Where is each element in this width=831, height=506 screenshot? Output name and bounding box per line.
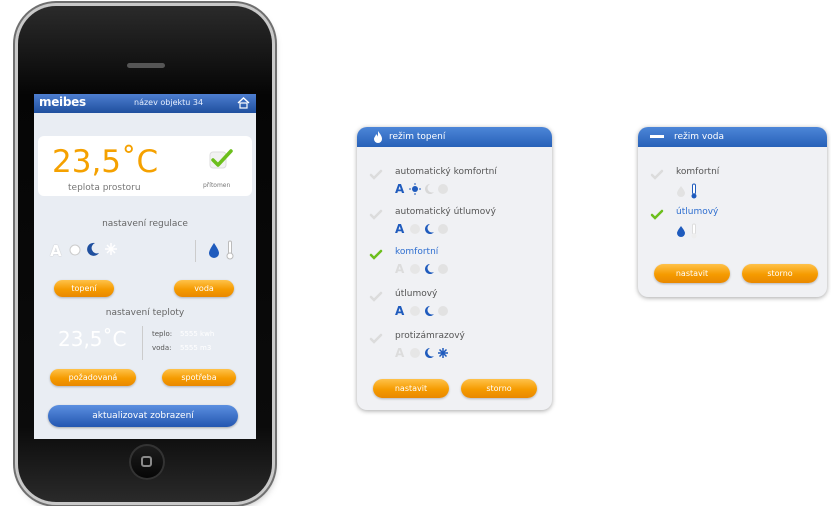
- moon-icon[interactable]: [86, 242, 100, 257]
- water-drop-icon[interactable]: [208, 242, 220, 258]
- auto-mode-icon: A: [395, 304, 405, 318]
- temperature-settings-label: nastavení teploty: [105, 308, 185, 318]
- mode-icons: [676, 223, 716, 239]
- water-mode-panel: režim voda komfortní útlumový nastavit s…: [638, 127, 827, 297]
- water-button[interactable]: voda: [174, 280, 234, 297]
- heat-label: teplo:: [152, 330, 173, 338]
- water-cancel-button[interactable]: storno: [742, 264, 818, 283]
- frost-icon[interactable]: [104, 242, 118, 256]
- heating-option-frost-protection[interactable]: protizámrazový: [395, 331, 465, 341]
- heat-value: 5555 kwh: [180, 330, 215, 338]
- mode-icons: [676, 183, 716, 199]
- divider: [195, 240, 196, 262]
- check-icon[interactable]: [650, 169, 664, 181]
- room-temperature-panel: 23,5˚C teplota prostoru přítomen: [38, 136, 252, 196]
- sun-icon: [410, 264, 420, 274]
- sun-icon: [410, 224, 420, 234]
- water-drop-icon: [677, 226, 685, 237]
- heating-mode-panel: režim topení automatický komfortní A aut…: [357, 127, 552, 410]
- heating-option-auto-comfort[interactable]: automatický komfortní: [395, 167, 497, 177]
- thermometer-icon[interactable]: [226, 240, 234, 260]
- water-drop-icon: [677, 186, 685, 197]
- check-icon[interactable]: [369, 169, 383, 181]
- heating-option-comfort[interactable]: komfortní: [395, 247, 438, 257]
- frost-icon: [438, 348, 448, 358]
- heating-panel-title: režim topení: [389, 132, 446, 142]
- heating-set-button[interactable]: nastavit: [373, 379, 449, 398]
- water-set-button[interactable]: nastavit: [654, 264, 730, 283]
- mode-icons: A: [395, 347, 475, 359]
- frost-icon: [438, 306, 448, 316]
- sun-icon: [410, 348, 420, 358]
- phone-screen: meibes název objektu 34 23,5˚C teplota p…: [34, 94, 256, 439]
- moon-icon: [425, 264, 434, 274]
- water-value: 5555 m3: [180, 344, 212, 352]
- frost-icon: [438, 184, 448, 194]
- divider: [142, 326, 143, 360]
- heating-option-auto-setback[interactable]: automatický útlumový: [395, 207, 496, 217]
- refresh-button[interactable]: aktualizovat zobrazení: [48, 405, 238, 427]
- check-icon[interactable]: [369, 249, 383, 261]
- mode-icons: A: [395, 183, 475, 195]
- check-icon[interactable]: [369, 209, 383, 221]
- water-panel-title: režim voda: [674, 132, 724, 142]
- water-label: voda:: [152, 344, 172, 352]
- presence-label: přítomen: [203, 182, 231, 189]
- auto-mode-icon: A: [395, 346, 405, 360]
- regulation-settings-label: nastavení regulace: [102, 219, 188, 229]
- required-temperature-button[interactable]: požadovaná: [50, 369, 136, 386]
- auto-mode-icon: A: [395, 262, 405, 276]
- consumption-button[interactable]: spotřeba: [162, 369, 236, 386]
- heating-panel-header: režim topení: [357, 127, 552, 147]
- phone-frame: meibes název objektu 34 23,5˚C teplota p…: [18, 6, 272, 502]
- room-temperature-label: teplota prostoru: [68, 183, 141, 193]
- object-name[interactable]: název objektu 34: [134, 98, 203, 107]
- water-panel-header: režim voda: [638, 127, 827, 147]
- mode-icons: A: [395, 223, 475, 235]
- presence-check-icon[interactable]: [208, 148, 234, 170]
- moon-icon: [425, 306, 434, 316]
- flame-icon: [374, 131, 382, 143]
- frost-icon: [438, 224, 448, 234]
- frost-icon: [438, 264, 448, 274]
- heating-option-setback[interactable]: útlumový: [395, 289, 437, 299]
- app-header: meibes název objektu 34: [34, 94, 256, 113]
- auto-mode-icon[interactable]: A: [50, 242, 62, 260]
- mode-icons: A: [395, 263, 475, 275]
- moon-icon: [425, 224, 434, 234]
- check-icon[interactable]: [650, 209, 664, 221]
- home-icon[interactable]: [237, 97, 250, 109]
- app-logo: meibes: [39, 95, 86, 109]
- thermometer-icon: [691, 223, 697, 239]
- sun-icon[interactable]: [68, 243, 82, 257]
- moon-icon: [425, 348, 434, 358]
- phone-speaker: [127, 63, 165, 68]
- heating-cancel-button[interactable]: storno: [461, 379, 537, 398]
- moon-icon: [425, 184, 434, 194]
- sun-icon: [410, 306, 420, 316]
- mode-icons: A: [395, 305, 475, 317]
- regulation-icons-row: A: [50, 240, 250, 262]
- set-temperature-value: 23,5˚C: [58, 327, 127, 351]
- sun-icon: [409, 183, 421, 195]
- check-icon[interactable]: [369, 291, 383, 303]
- water-option-setback[interactable]: útlumový: [676, 207, 718, 217]
- room-temperature-value: 23,5˚C: [52, 144, 159, 180]
- faucet-icon: [650, 135, 664, 138]
- water-option-comfort[interactable]: komfortní: [676, 167, 719, 177]
- auto-mode-icon: A: [395, 222, 405, 236]
- check-icon[interactable]: [369, 333, 383, 345]
- thermometer-icon: [691, 183, 697, 199]
- home-button-square-icon: [141, 456, 152, 467]
- heating-button[interactable]: topení: [54, 280, 114, 297]
- auto-mode-icon: A: [395, 182, 405, 196]
